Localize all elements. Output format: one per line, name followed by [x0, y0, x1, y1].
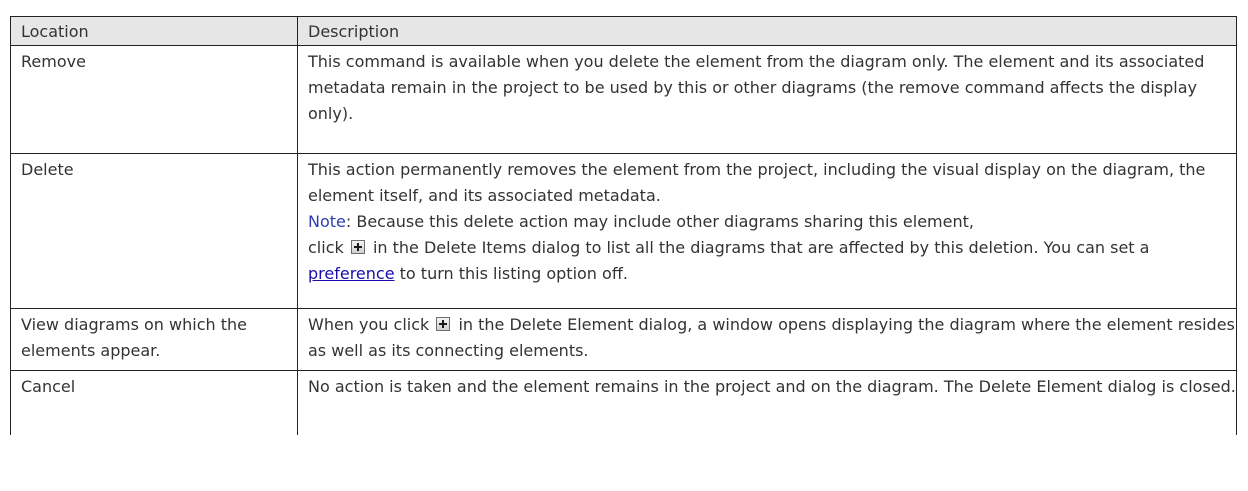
description-cell: When you click in the Delete Element dia…: [297, 308, 1237, 371]
plus-box-icon: [350, 240, 365, 254]
description-cell: No action is taken and the element remai…: [297, 370, 1237, 435]
note-label: Note: [308, 212, 346, 231]
location-cell: View diagrams on which the elements appe…: [10, 308, 298, 371]
options-table: Location Description Remove This command…: [10, 16, 1237, 435]
header-description: Description: [297, 16, 1237, 46]
header-location: Location: [10, 16, 298, 46]
note-after-icon-text: in the Delete Items dialog to list all t…: [372, 238, 1150, 257]
location-cell: Cancel: [10, 370, 298, 435]
plus-box-icon: [436, 317, 451, 331]
note-end-text: to turn this listing option off.: [399, 264, 628, 283]
description-before-icon: When you click: [308, 315, 430, 334]
table-row-delete: Delete This action permanently removes t…: [10, 153, 1237, 309]
description-cell: This action permanently removes the elem…: [297, 153, 1237, 309]
table-row-view-diagrams: View diagrams on which the elements appe…: [10, 308, 1237, 371]
description-cell: This command is available when you delet…: [297, 45, 1237, 154]
header-row: Location Description: [10, 16, 1237, 46]
table-row-remove: Remove This command is available when yo…: [10, 45, 1237, 154]
note-text: : Because this delete action may include…: [345, 212, 974, 231]
note-click-text: click: [308, 238, 344, 257]
note-paragraph: Note: Because this delete action may inc…: [308, 209, 1236, 287]
table-row-cancel: Cancel No action is taken and the elemen…: [10, 370, 1237, 435]
location-cell: Remove: [10, 45, 298, 154]
location-cell: Delete: [10, 153, 298, 309]
description-text: This action permanently removes the elem…: [308, 160, 1206, 205]
preference-link[interactable]: preference: [308, 264, 395, 283]
